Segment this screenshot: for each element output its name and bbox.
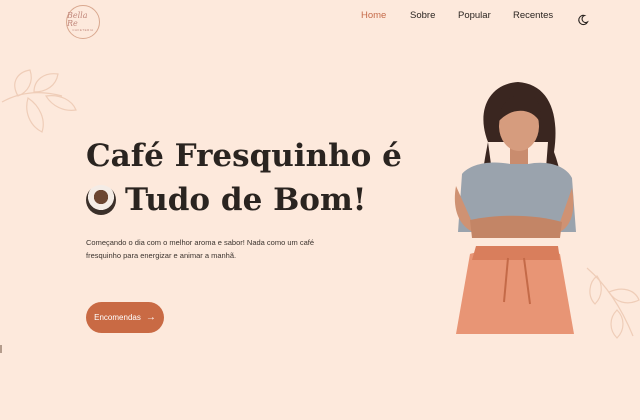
nav-home[interactable]: Home — [361, 10, 386, 21]
hero-title-line2-row: Tudo de Bom! — [86, 178, 402, 222]
nav-sobre[interactable]: Sobre — [410, 10, 435, 21]
encomendas-button-label: Encomendas — [94, 313, 141, 322]
edge-marker — [0, 345, 2, 353]
hero-person-image — [454, 82, 576, 334]
nav-popular[interactable]: Popular — [458, 10, 491, 21]
leaf-decoration-left-icon — [1, 69, 77, 133]
coffee-cup-icon — [86, 185, 116, 215]
brand-logo[interactable]: Bella Re CAFETERIA — [66, 5, 100, 39]
hero-title: Café Fresquinho é Tudo de Bom! — [86, 134, 402, 222]
logo-script: Bella Re — [67, 10, 88, 28]
arrow-right-icon: → — [145, 311, 156, 323]
logo-tag: CAFETERIA — [72, 27, 94, 32]
leaf-decoration-right-icon — [586, 267, 640, 339]
page: Bella Re CAFETERIA Home Sobre Popular Re… — [0, 0, 640, 420]
hero-title-line2: Tudo de Bom! — [125, 182, 367, 218]
encomendas-button[interactable]: Encomendas → — [86, 302, 164, 333]
hero-description: Começando o dia com o melhor aroma e sab… — [86, 238, 315, 260]
hero-title-line1: Café Fresquinho é — [86, 138, 402, 174]
nav-recentes[interactable]: Recentes — [513, 10, 553, 21]
moon-icon[interactable] — [577, 14, 589, 26]
